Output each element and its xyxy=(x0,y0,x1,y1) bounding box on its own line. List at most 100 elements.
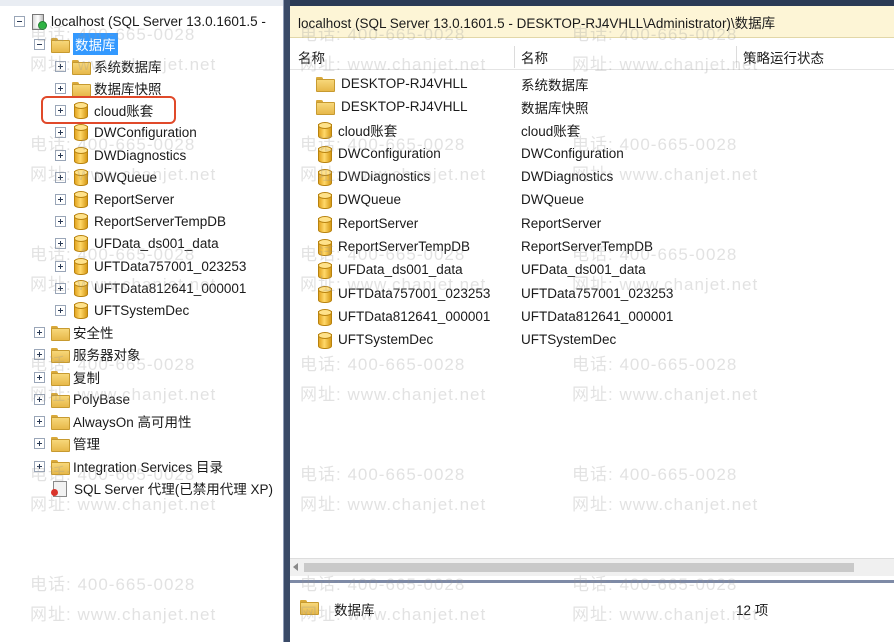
list-item[interactable]: UFTData812641_000001 UFTData812641_00000… xyxy=(290,305,880,328)
collapse-icon[interactable] xyxy=(34,38,45,50)
folder-icon xyxy=(51,436,70,452)
expand-icon[interactable] xyxy=(34,348,45,360)
agent-icon xyxy=(51,480,68,497)
tree-db-node[interactable]: DWConfiguration xyxy=(55,121,197,143)
tree-db-node[interactable]: ReportServer xyxy=(55,188,174,210)
tree-polybase-node[interactable]: PolyBase xyxy=(34,388,130,410)
tree-databases-node[interactable]: 数据库 xyxy=(34,33,118,55)
tree-db-node[interactable]: UFTSystemDec xyxy=(55,299,189,321)
item-name2: DWConfiguration xyxy=(521,146,624,161)
list-item[interactable]: ReportServerTempDB ReportServerTempDB xyxy=(290,235,880,258)
folder-icon xyxy=(51,459,70,475)
item-name: cloud账套 xyxy=(338,123,398,139)
list-item[interactable]: UFData_ds001_data UFData_ds001_data xyxy=(290,258,880,281)
expand-icon[interactable] xyxy=(55,215,66,227)
expand-icon[interactable] xyxy=(55,282,66,294)
database-icon xyxy=(318,121,332,139)
item-name2: cloud账套 xyxy=(521,123,581,139)
tree-db-node[interactable]: DWQueue xyxy=(55,166,157,188)
expand-icon[interactable] xyxy=(34,415,45,427)
list-item[interactable]: DESKTOP-RJ4VHLL 系统数据库 xyxy=(290,72,880,95)
database-icon xyxy=(74,213,88,230)
list-item[interactable]: UFTSystemDec UFTSystemDec xyxy=(290,328,880,351)
expand-icon[interactable] xyxy=(55,193,66,205)
object-explorer-details: localhost (SQL Server 13.0.1601.5 - DESK… xyxy=(290,6,894,642)
tree-db-node[interactable]: UFData_ds001_data xyxy=(55,232,219,254)
expand-icon[interactable] xyxy=(34,371,45,383)
folder-icon xyxy=(51,414,70,430)
list-item[interactable]: ReportServer ReportServer xyxy=(290,212,880,235)
horizontal-scrollbar[interactable] xyxy=(290,558,894,576)
list-item[interactable]: cloud账套 cloud账套 xyxy=(290,118,880,141)
tree-integration-services-node[interactable]: Integration Services 目录 xyxy=(34,455,223,477)
db-label: DWDiagnostics xyxy=(94,147,187,163)
tree-server-objects-node[interactable]: 服务器对象 xyxy=(34,343,141,365)
expand-icon[interactable] xyxy=(55,82,66,94)
list-item[interactable]: DESKTOP-RJ4VHLL 数据库快照 xyxy=(290,95,880,118)
scroll-thumb[interactable] xyxy=(304,563,854,572)
item-name2: UFTSystemDec xyxy=(521,332,617,347)
folder-label: AlwaysOn 高可用性 xyxy=(73,415,192,430)
tree-agent-node[interactable]: SQL Server 代理(已禁用代理 XP) xyxy=(51,477,273,499)
column-separator[interactable] xyxy=(736,46,737,68)
collapse-icon[interactable] xyxy=(14,15,25,27)
scroll-left-icon[interactable] xyxy=(293,563,298,571)
column-header[interactable]: 策略运行状态 xyxy=(743,44,824,70)
expand-icon[interactable] xyxy=(34,326,45,338)
tree-db-node[interactable]: cloud账套 xyxy=(55,99,153,121)
expand-icon[interactable] xyxy=(55,60,66,72)
db-label: UFTData812641_000001 xyxy=(94,280,247,296)
item-name: ReportServerTempDB xyxy=(338,239,471,254)
database-icon xyxy=(74,258,88,275)
item-name: UFData_ds001_data xyxy=(338,262,463,277)
database-icon xyxy=(318,215,332,233)
object-explorer: localhost (SQL Server 13.0.1601.5 - 数据库 … xyxy=(0,0,284,642)
item-name2: DWDiagnostics xyxy=(521,169,614,184)
list-item[interactable]: UFTData757001_023253 UFTData757001_02325… xyxy=(290,282,880,305)
tree-db-node[interactable]: DWDiagnostics xyxy=(55,144,186,166)
database-icon xyxy=(74,147,88,164)
database-icon xyxy=(74,191,88,208)
tree-db-node[interactable]: UFTData812641_000001 xyxy=(55,277,246,299)
expand-icon[interactable] xyxy=(55,304,66,316)
tree-db-node[interactable]: UFTData757001_023253 xyxy=(55,255,246,277)
tree-server-node[interactable]: localhost (SQL Server 13.0.1601.5 - xyxy=(14,10,266,32)
tree-replication-node[interactable]: 复制 xyxy=(34,366,100,388)
list-item[interactable]: DWQueue DWQueue xyxy=(290,188,880,211)
tree-alwayson-node[interactable]: AlwaysOn 高可用性 xyxy=(34,410,192,432)
db-label: UFData_ds001_data xyxy=(94,235,219,251)
list-item[interactable]: DWConfiguration DWConfiguration xyxy=(290,142,880,165)
column-separator[interactable] xyxy=(514,46,515,68)
item-name2: UFTData757001_023253 xyxy=(521,286,674,301)
tree-db-node[interactable]: ReportServerTempDB xyxy=(55,210,226,232)
expand-icon[interactable] xyxy=(55,126,66,138)
expand-icon[interactable] xyxy=(34,393,45,405)
server-icon xyxy=(31,13,47,30)
list-item[interactable]: DWDiagnostics DWDiagnostics xyxy=(290,165,880,188)
folder-label: Integration Services 目录 xyxy=(73,460,224,475)
database-icon xyxy=(318,145,332,163)
column-header[interactable]: 名称 xyxy=(521,44,548,70)
expand-icon[interactable] xyxy=(55,104,66,116)
db-label: UFTSystemDec xyxy=(94,302,190,318)
status-item-count: 12 项 xyxy=(736,603,769,618)
expand-icon[interactable] xyxy=(55,260,66,272)
expand-icon[interactable] xyxy=(34,460,45,472)
database-icon xyxy=(74,280,88,297)
tree-management-node[interactable]: 管理 xyxy=(34,432,100,454)
column-header[interactable]: 名称 xyxy=(298,44,325,70)
database-icon xyxy=(74,124,88,141)
expand-icon[interactable] xyxy=(55,171,66,183)
folder-icon xyxy=(51,370,70,386)
database-icon xyxy=(318,191,332,209)
database-icon xyxy=(74,302,88,319)
database-icon xyxy=(318,261,332,279)
expand-icon[interactable] xyxy=(55,237,66,249)
tree-security-node[interactable]: 安全性 xyxy=(34,321,114,343)
expand-icon[interactable] xyxy=(55,149,66,161)
folder-label: 管理 xyxy=(73,437,100,452)
database-icon xyxy=(318,308,332,326)
tree-system-db-node[interactable]: 系统数据库 xyxy=(55,55,162,77)
db-label: cloud账套 xyxy=(94,104,154,119)
expand-icon[interactable] xyxy=(34,437,45,449)
